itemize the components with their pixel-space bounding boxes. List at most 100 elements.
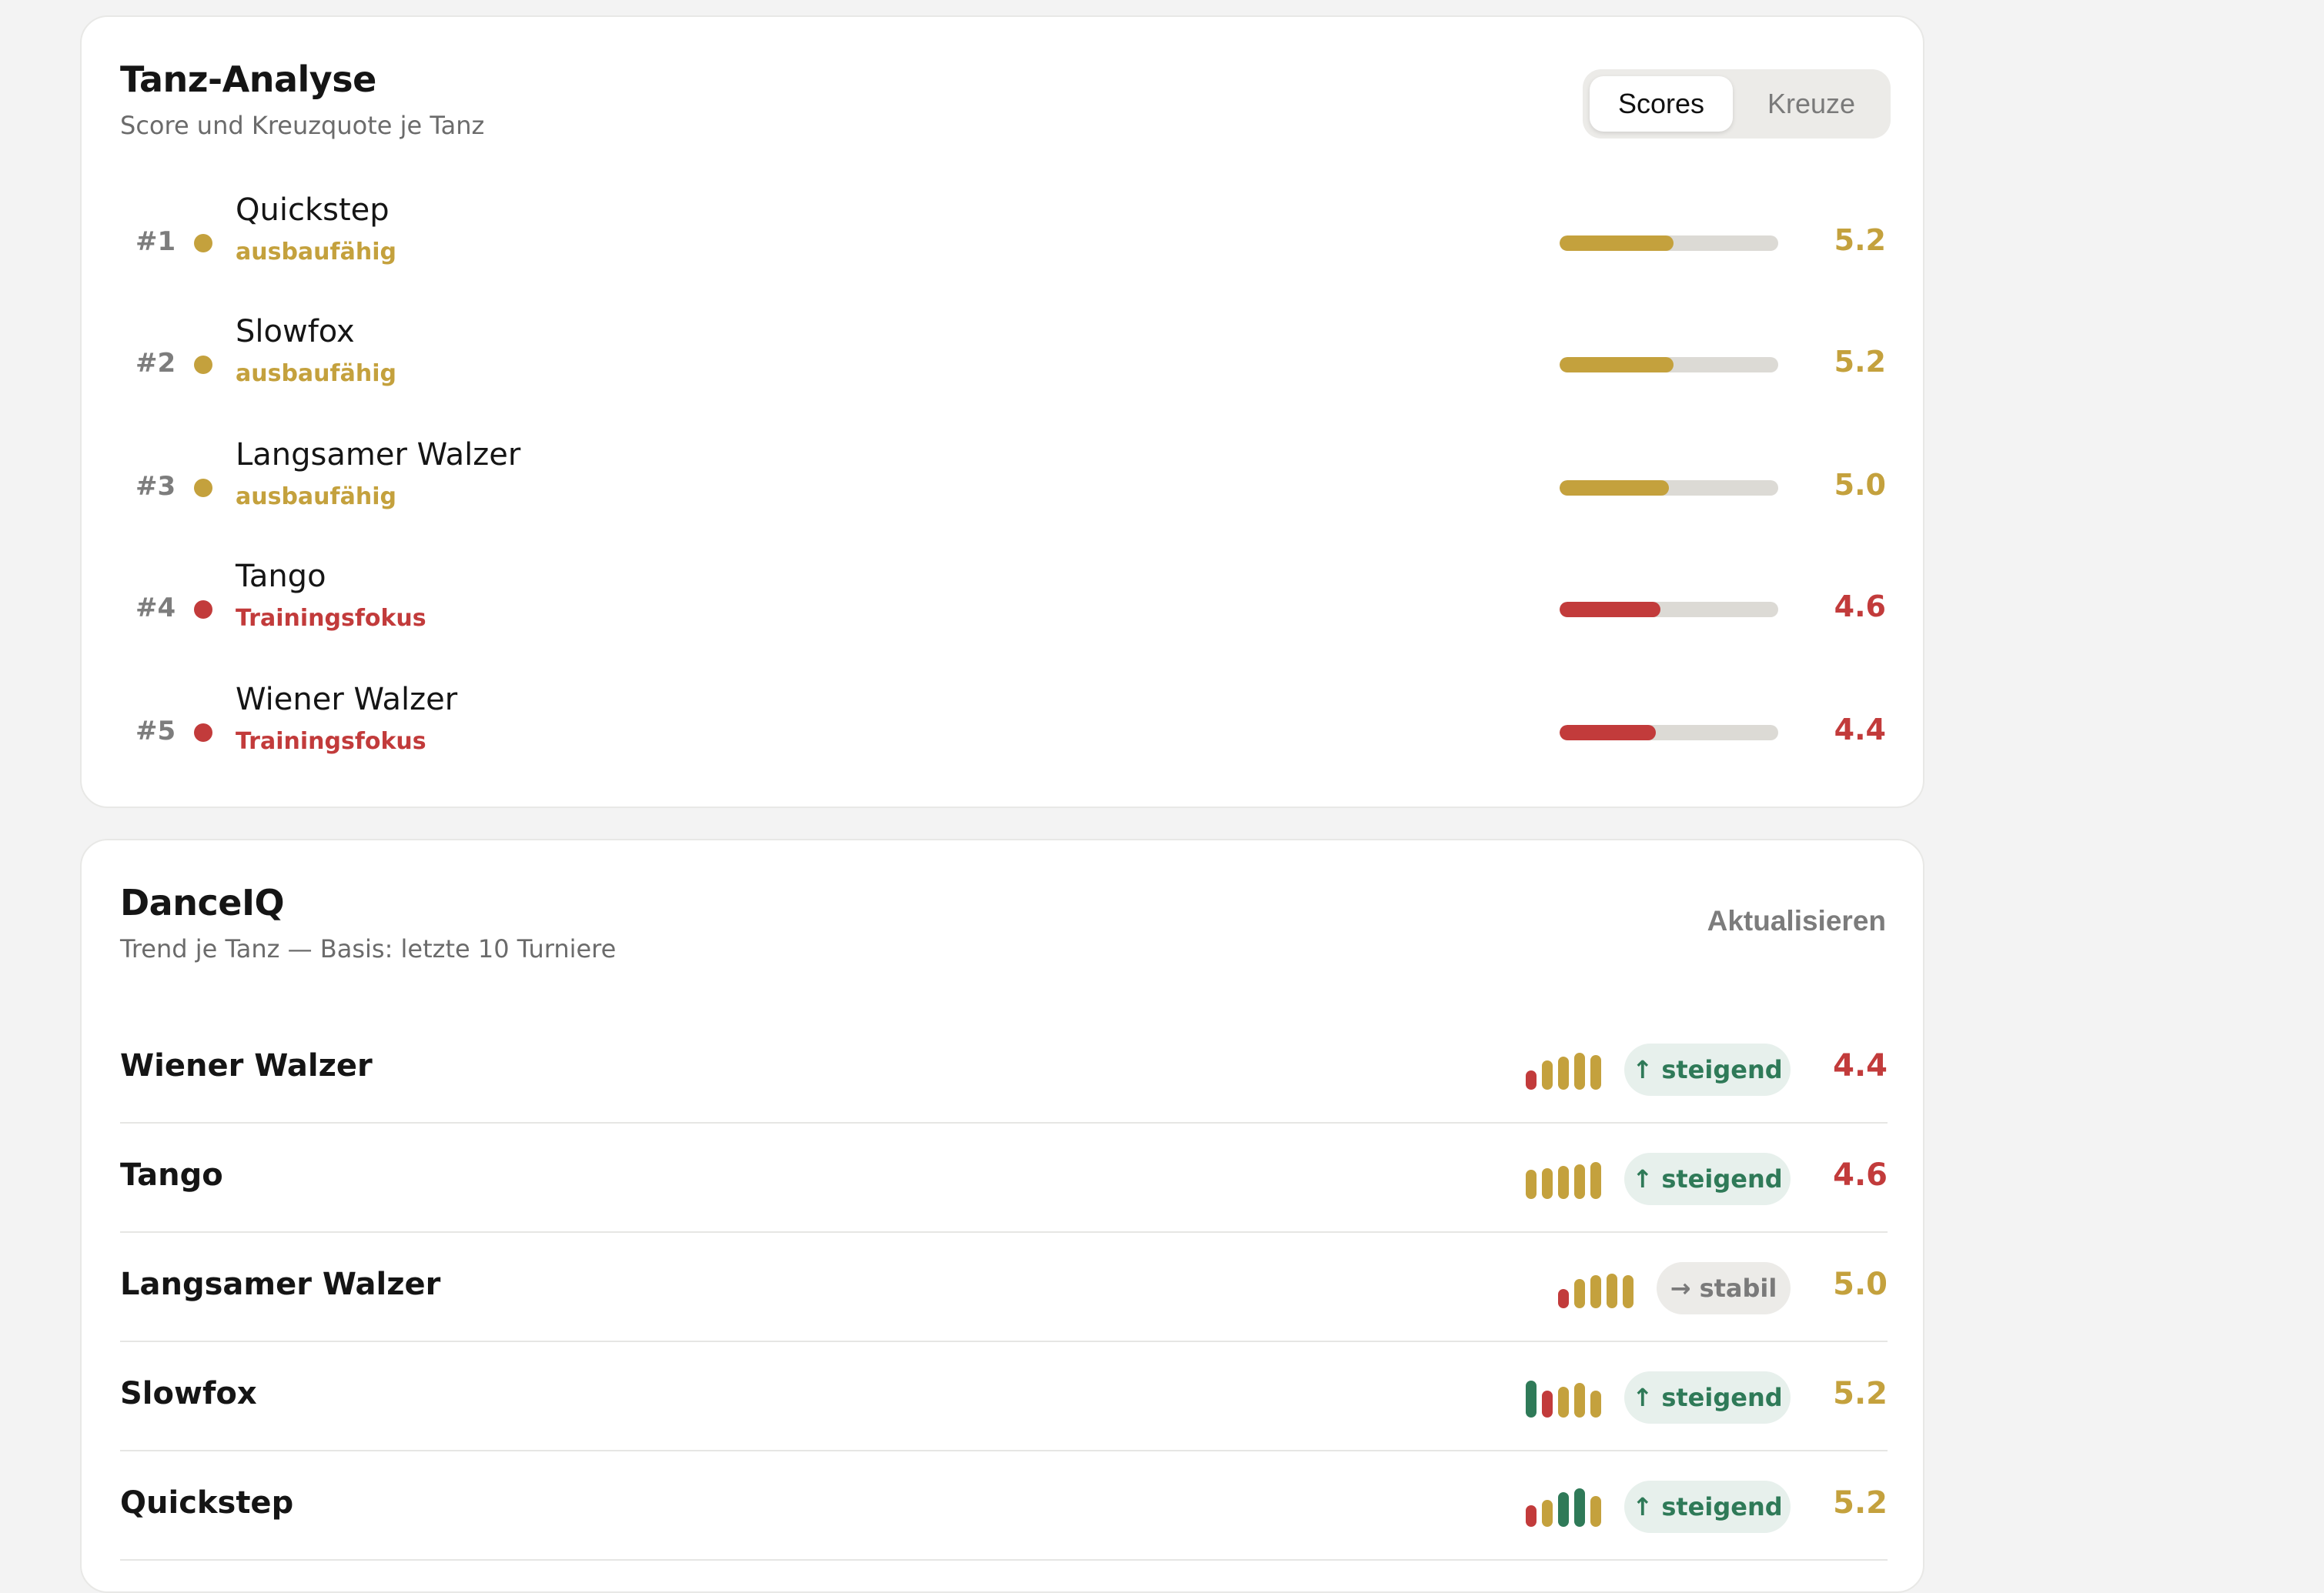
score-value: 5.2 [1833,1485,1888,1521]
spark-bar [1558,1057,1569,1090]
spark-bar [1574,1279,1585,1308]
dance-name: Slowfox [236,314,355,349]
spark-bar [1623,1275,1633,1308]
score-value: 4.4 [1834,713,1886,746]
spark-bar [1574,1383,1585,1418]
spark-bar [1590,1055,1601,1090]
trend-sparkline [1558,1270,1633,1308]
dance-name: Slowfox [120,1376,257,1411]
status-dot [194,356,212,374]
score-bar [1560,725,1778,740]
spark-bar [1542,1391,1553,1418]
dance-name: Tango [236,559,326,594]
trend-badge: ↑ steigend [1624,1371,1791,1424]
spark-bar [1590,1496,1601,1527]
trend-row: Langsamer Walzer → stabil 5.0 [120,1234,1888,1342]
trend-sparkline [1526,1488,1601,1527]
dance-row: #5 Wiener Walzer Trainingsfokus 4.4 [82,682,1923,797]
trend-badge: → stabil [1657,1262,1791,1314]
trend-sparkline [1526,1051,1601,1090]
trend-sparkline [1526,1161,1601,1199]
dance-row: #2 Slowfox ausbaufähig 5.2 [82,314,1923,429]
card-subtitle: Trend je Tanz — Basis: letzte 10 Turnier… [120,934,617,963]
spark-bar [1574,1488,1585,1527]
card-title: Tanz-Analyse [120,58,376,100]
trend-badge: ↑ steigend [1624,1044,1791,1096]
dance-row: #1 Quickstep ausbaufähig 5.2 [82,192,1923,308]
status-label: Trainingsfokus [236,728,426,755]
score-bar-fill [1560,602,1660,617]
score-value: 4.6 [1834,589,1886,623]
scores-tab[interactable]: Scores [1590,76,1733,132]
score-value: 5.0 [1833,1267,1888,1302]
status-label: ausbaufähig [236,360,396,387]
spark-bar [1526,1505,1537,1527]
spark-bar [1558,1289,1569,1308]
score-value: 5.2 [1834,345,1886,379]
rank-number: #3 [135,471,176,502]
trend-badge: ↑ steigend [1624,1153,1791,1205]
spark-bar [1526,1170,1537,1199]
rank-number: #2 [135,348,176,379]
spark-bar [1590,1162,1601,1199]
rank-number: #5 [135,716,176,746]
spark-bar [1558,1387,1569,1418]
status-label: ausbaufähig [236,483,396,510]
dance-name: Wiener Walzer [120,1048,373,1084]
status-dot [194,723,212,742]
trend-badge: ↑ steigend [1624,1481,1791,1533]
danceiq-card: DanceIQ Trend je Tanz — Basis: letzte 10… [80,839,1924,1593]
spark-bar [1590,1391,1601,1418]
card-subtitle: Score und Kreuzquote je Tanz [120,111,485,140]
score-bar-fill [1560,725,1656,740]
score-value: 4.4 [1833,1048,1888,1084]
spark-bar [1574,1164,1585,1199]
dance-name: Quickstep [120,1485,294,1521]
score-bar-fill [1560,235,1674,251]
dance-name: Langsamer Walzer [236,437,521,473]
status-dot [194,234,212,252]
rank-number: #1 [135,226,176,257]
spark-bar [1558,1166,1569,1199]
status-label: Trainingsfokus [236,605,426,632]
rank-number: #4 [135,593,176,623]
refresh-button[interactable]: Aktualisieren [1707,905,1886,937]
status-dot [194,600,212,619]
spark-bar [1542,1060,1553,1090]
trend-row: Quickstep ↑ steigend 5.2 [120,1453,1888,1561]
dance-row: #3 Langsamer Walzer ausbaufähig 5.0 [82,437,1923,553]
score-bar [1560,357,1778,372]
score-value: 5.2 [1834,223,1886,257]
spark-bar [1542,1168,1553,1199]
dance-name: Langsamer Walzer [120,1267,441,1302]
score-value: 5.0 [1834,468,1886,502]
score-bar [1560,602,1778,617]
score-value: 5.2 [1833,1376,1888,1411]
trend-sparkline [1526,1379,1601,1418]
score-bar [1560,235,1778,251]
score-bar [1560,480,1778,496]
spark-bar [1574,1053,1585,1090]
dance-name: Quickstep [236,192,390,228]
kreuze-tab[interactable]: Kreuze [1740,76,1883,132]
tanz-analyse-card: Tanz-Analyse Score und Kreuzquote je Tan… [80,15,1924,808]
status-label: ausbaufähig [236,239,396,266]
view-toggle: Scores Kreuze [1583,69,1891,139]
spark-bar [1590,1275,1601,1308]
trend-row: Slowfox ↑ steigend 5.2 [120,1344,1888,1451]
spark-bar [1526,1070,1537,1090]
trend-row: Tango ↑ steigend 4.6 [120,1125,1888,1233]
status-dot [194,479,212,497]
spark-bar [1607,1274,1617,1308]
card-title: DanceIQ [120,882,285,923]
dance-name: Tango [120,1157,223,1193]
spark-bar [1558,1492,1569,1527]
score-value: 4.6 [1833,1157,1888,1193]
score-bar-fill [1560,357,1674,372]
dance-name: Wiener Walzer [236,682,458,717]
trend-row: Wiener Walzer ↑ steigend 4.4 [120,1016,1888,1124]
spark-bar [1542,1500,1553,1527]
dance-row: #4 Tango Trainingsfokus 4.6 [82,559,1923,674]
score-bar-fill [1560,480,1669,496]
spark-bar [1526,1381,1537,1418]
